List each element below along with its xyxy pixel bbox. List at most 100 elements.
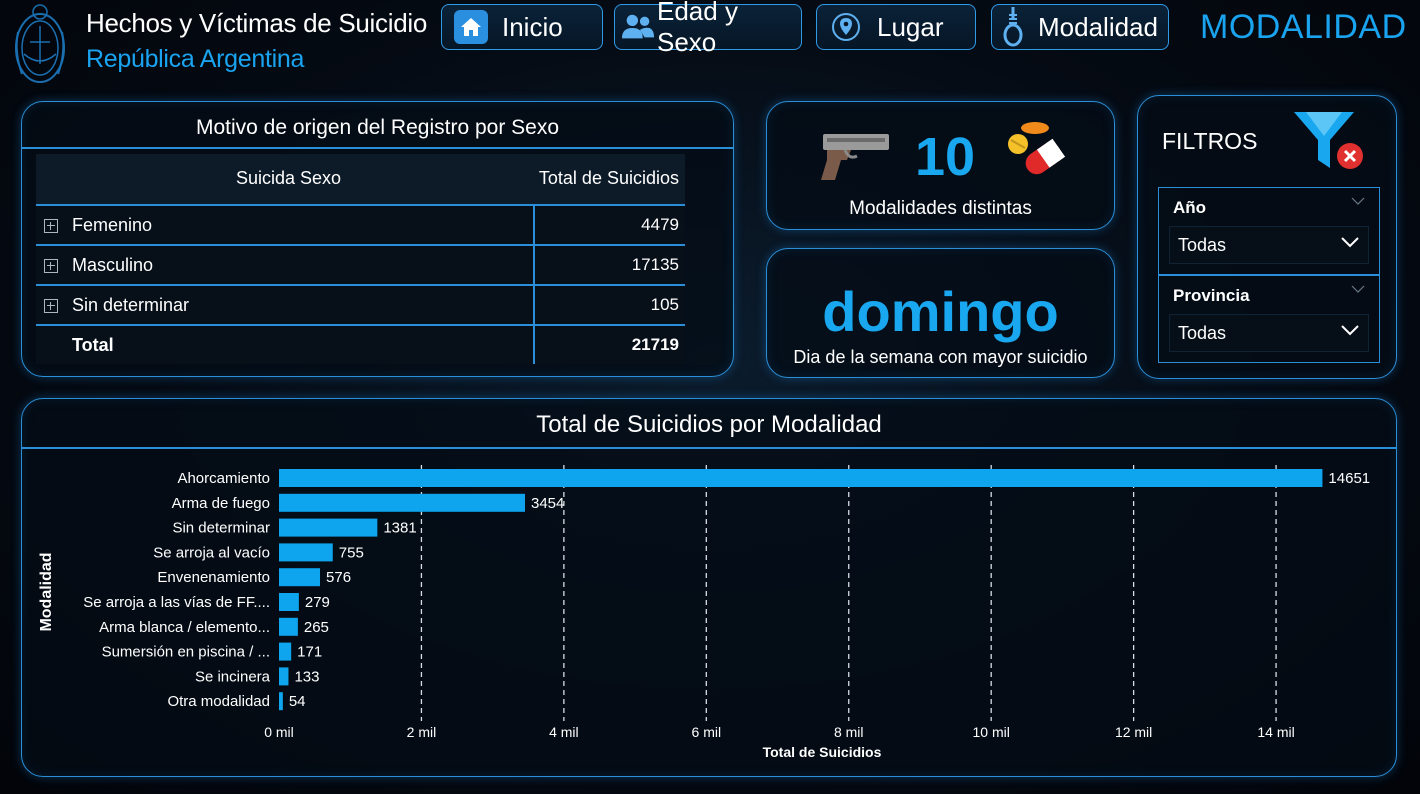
data-label: 171 <box>297 644 322 661</box>
x-tick-label: 6 mil <box>692 724 722 740</box>
pistol-icon <box>821 134 889 180</box>
x-tick-label: 8 mil <box>834 724 864 740</box>
argentina-coat-of-arms-logo <box>15 4 65 83</box>
bar <box>279 667 289 686</box>
nav-button-edad-sexo[interactable]: Edad y Sexo <box>614 0 802 57</box>
sex-table-title: Motivo de origen del Registro por Sexo <box>195 116 560 139</box>
kpi-dia-card: domingo Dia de la semana con mayor suici… <box>766 248 1115 378</box>
data-label: 576 <box>326 569 351 586</box>
expand-icon[interactable] <box>44 219 58 233</box>
category-label: Sumersión en piscina / ... <box>102 644 270 661</box>
chevron-down-icon[interactable] <box>1351 284 1365 294</box>
nav-button-lugar[interactable]: Lugar <box>816 4 976 50</box>
chevron-down-icon[interactable] <box>1340 235 1360 249</box>
sex-table: Suicida Sexo Total de Suicidios Femenino… <box>36 154 685 364</box>
bar <box>279 593 299 611</box>
table-header: Suicida Sexo Total de Suicidios <box>36 154 685 204</box>
app-title: Hechos y Víctimas de Suicidio <box>86 8 428 38</box>
users-icon <box>621 10 655 44</box>
column-header-total[interactable]: Total de Suicidios <box>539 168 679 189</box>
data-label: 1381 <box>383 520 416 537</box>
row-label: Femenino <box>72 215 153 235</box>
category-label: Sin determinar <box>172 520 270 537</box>
page-title: MODALIDAD <box>1200 8 1407 46</box>
nav-label-lugar: Lugar <box>877 11 944 42</box>
province-select[interactable]: Todas <box>1169 314 1369 352</box>
table-row: Sin determinar 105 <box>36 284 685 324</box>
column-separator <box>533 286 535 324</box>
category-label: Ahorcamiento <box>177 470 270 487</box>
row-label: Masculino <box>72 255 154 275</box>
year-select[interactable]: Todas <box>1169 226 1369 264</box>
data-label: 3454 <box>531 495 564 512</box>
home-icon <box>454 10 488 44</box>
row-value: 4479 <box>641 215 679 234</box>
bar <box>279 469 1323 487</box>
category-label: Se incinera <box>195 668 271 685</box>
table-row: Femenino 4479 <box>36 204 685 244</box>
column-header-sex[interactable]: Suicida Sexo <box>236 168 341 189</box>
chevron-down-icon[interactable] <box>1351 196 1365 206</box>
nav-label-inicio: Inicio <box>502 11 563 42</box>
province-filter: Provincia Todas <box>1158 275 1380 363</box>
table-row: Masculino 17135 <box>36 244 685 284</box>
noose-icon <box>996 7 1030 47</box>
category-label: Otra modalidad <box>167 693 270 710</box>
nav-label-modalidad: Modalidad <box>1038 11 1158 42</box>
data-label: 14651 <box>1328 470 1370 487</box>
x-tick-label: 0 mil <box>264 724 294 740</box>
kpi-dia-value: domingo <box>822 280 1059 343</box>
x-tick-label: 14 mil <box>1257 724 1294 740</box>
year-filter-label: Año <box>1173 198 1207 217</box>
year-select-value: Todas <box>1178 235 1227 255</box>
category-label: Envenenamiento <box>157 569 270 586</box>
kpi-dia-label: Dia de la semana con mayor suicidio <box>793 347 1088 367</box>
data-label: 133 <box>294 668 319 685</box>
column-separator <box>533 326 535 364</box>
clear-filters-icon[interactable] <box>1292 110 1368 174</box>
row-value: 17135 <box>631 255 679 274</box>
chevron-down-icon[interactable] <box>1340 323 1360 337</box>
x-axis-label: Total de Suicidios <box>763 744 882 760</box>
location-pin-icon <box>829 10 863 44</box>
x-tick-label: 4 mil <box>549 724 579 740</box>
nav-button-modalidad[interactable]: Modalidad <box>991 4 1169 50</box>
expand-icon[interactable] <box>44 259 58 273</box>
filters-panel: FILTROS Año Todas Provincia Todas <box>1137 95 1397 379</box>
modalidad-chart-panel: Total de Suicidios por Modalidad 0 mil 2 … <box>21 398 1397 777</box>
bar <box>279 493 525 512</box>
bar <box>279 543 333 562</box>
app-subtitle: República Argentina <box>86 45 305 73</box>
province-select-value: Todas <box>1178 323 1227 343</box>
x-tick-label: 12 mil <box>1115 724 1152 740</box>
data-label: 279 <box>305 594 330 611</box>
sex-table-panel: Motivo de origen del Registro por Sexo S… <box>21 101 734 377</box>
kpi-modalidades-value: 10 <box>915 127 976 187</box>
expand-icon[interactable] <box>44 299 58 313</box>
data-label: 54 <box>289 693 306 710</box>
kpi-modalidades-card: 10 Modalidades distintas <box>766 101 1115 230</box>
category-label: Se arroja a las vías de FF.... <box>83 594 270 611</box>
data-label: 265 <box>304 619 329 636</box>
total-label: Total <box>72 335 114 355</box>
year-filter: Año Todas <box>1158 187 1380 275</box>
data-label: 755 <box>339 544 364 561</box>
x-tick-label: 10 mil <box>973 724 1010 740</box>
modalidad-bar-chart: 0 mil 2 mil 4 mil 6 mil 8 mil 10 mil 12 mil 14 … <box>38 465 1370 760</box>
filters-title: FILTROS <box>1162 128 1258 154</box>
category-label: Arma de fuego <box>172 495 270 512</box>
x-tick-label: 2 mil <box>407 724 437 740</box>
row-value: 105 <box>650 295 679 314</box>
column-separator <box>533 246 535 284</box>
bar <box>279 568 321 587</box>
bar <box>279 617 298 636</box>
column-separator <box>533 206 535 244</box>
category-label: Se arroja al vacío <box>153 544 270 561</box>
table-total-row: Total 21719 <box>36 324 685 364</box>
row-label: Sin determinar <box>72 295 190 315</box>
bar <box>279 518 378 537</box>
bar <box>279 692 283 711</box>
total-value: 21719 <box>631 335 679 354</box>
nav-button-inicio[interactable]: Inicio <box>441 4 603 50</box>
y-axis-label: Modalidad <box>38 552 55 631</box>
